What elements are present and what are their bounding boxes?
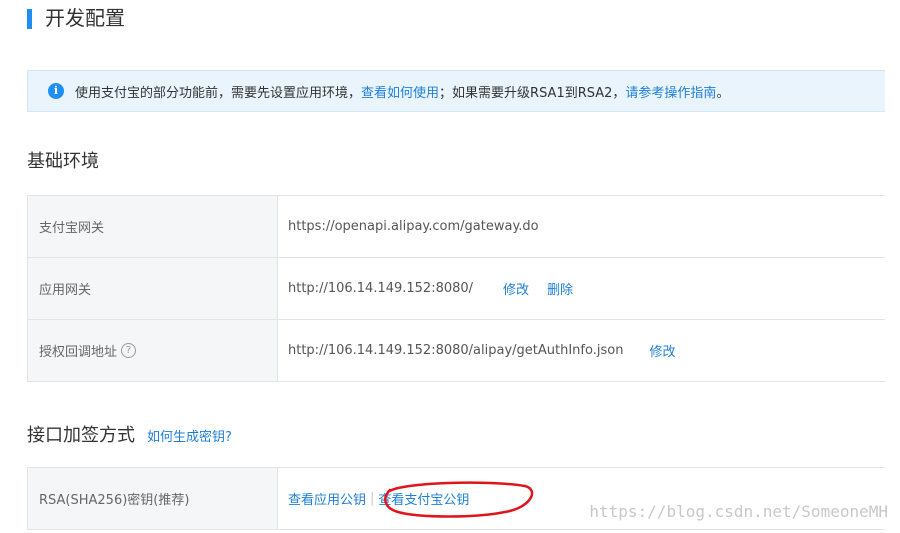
page-title: 开发配置: [45, 6, 125, 30]
delete-app-gateway-button[interactable]: 删除: [547, 279, 573, 298]
gateway-value: https://openapi.alipay.com/gateway.do: [278, 196, 885, 257]
info-icon: i: [48, 83, 64, 99]
table-row: 应用网关 http://106.14.149.152:8080/ 修改 删除: [27, 258, 885, 320]
notice-text-3: 。: [716, 85, 730, 101]
guide-link[interactable]: 请参考操作指南: [625, 82, 716, 101]
signing-title: 接口加签方式: [27, 425, 135, 446]
page: 开发配置 i 使用支付宝的部分功能前，需要先设置应用环境， 查看如何使用 ；如果…: [0, 0, 900, 533]
app-gateway-label: 应用网关: [27, 258, 278, 319]
notice-banner: i 使用支付宝的部分功能前，需要先设置应用环境， 查看如何使用 ；如果需要升级R…: [27, 70, 885, 112]
rsa-key-label: RSA(SHA256)密钥(推荐): [27, 468, 278, 529]
table-row: 授权回调地址 ? http://106.14.149.152:8080/alip…: [27, 320, 885, 382]
auth-callback-url: http://106.14.149.152:8080/alipay/getAut…: [288, 343, 624, 358]
auth-callback-label: 授权回调地址 ?: [27, 320, 278, 381]
title-accent-bar: [27, 9, 32, 29]
gateway-url: https://openapi.alipay.com/gateway.do: [288, 219, 539, 234]
edit-auth-callback-button[interactable]: 修改: [649, 341, 675, 360]
app-gateway-value: http://106.14.149.152:8080/ 修改 删除: [278, 258, 885, 319]
how-to-use-link[interactable]: 查看如何使用: [361, 82, 439, 101]
question-circle-icon[interactable]: ?: [121, 343, 137, 358]
link-divider: |: [370, 491, 375, 506]
edit-app-gateway-button[interactable]: 修改: [503, 279, 529, 298]
notice-text-1: 使用支付宝的部分功能前，需要先设置应用环境，: [75, 85, 362, 101]
notice-text-2: ；如果需要升级RSA1到RSA2，: [439, 85, 626, 101]
how-to-generate-key-link[interactable]: 如何生成密钥?: [147, 426, 232, 450]
watermark: https://blog.csdn.net/SomeoneMH: [589, 502, 888, 521]
basic-env-title: 基础环境: [27, 151, 99, 172]
basic-env-table: 支付宝网关 https://openapi.alipay.com/gateway…: [27, 195, 885, 382]
table-row: 支付宝网关 https://openapi.alipay.com/gateway…: [27, 196, 885, 258]
auth-callback-value: http://106.14.149.152:8080/alipay/getAut…: [278, 320, 885, 381]
view-alipay-public-key-link[interactable]: 查看支付宝公钥: [378, 489, 469, 508]
app-gateway-url: http://106.14.149.152:8080/: [288, 281, 474, 296]
gateway-label: 支付宝网关: [27, 196, 278, 257]
view-app-public-key-link[interactable]: 查看应用公钥: [288, 489, 366, 508]
auth-callback-label-text: 授权回调地址: [39, 345, 118, 360]
signing-section-header: 接口加签方式 如何生成密钥?: [27, 424, 232, 450]
